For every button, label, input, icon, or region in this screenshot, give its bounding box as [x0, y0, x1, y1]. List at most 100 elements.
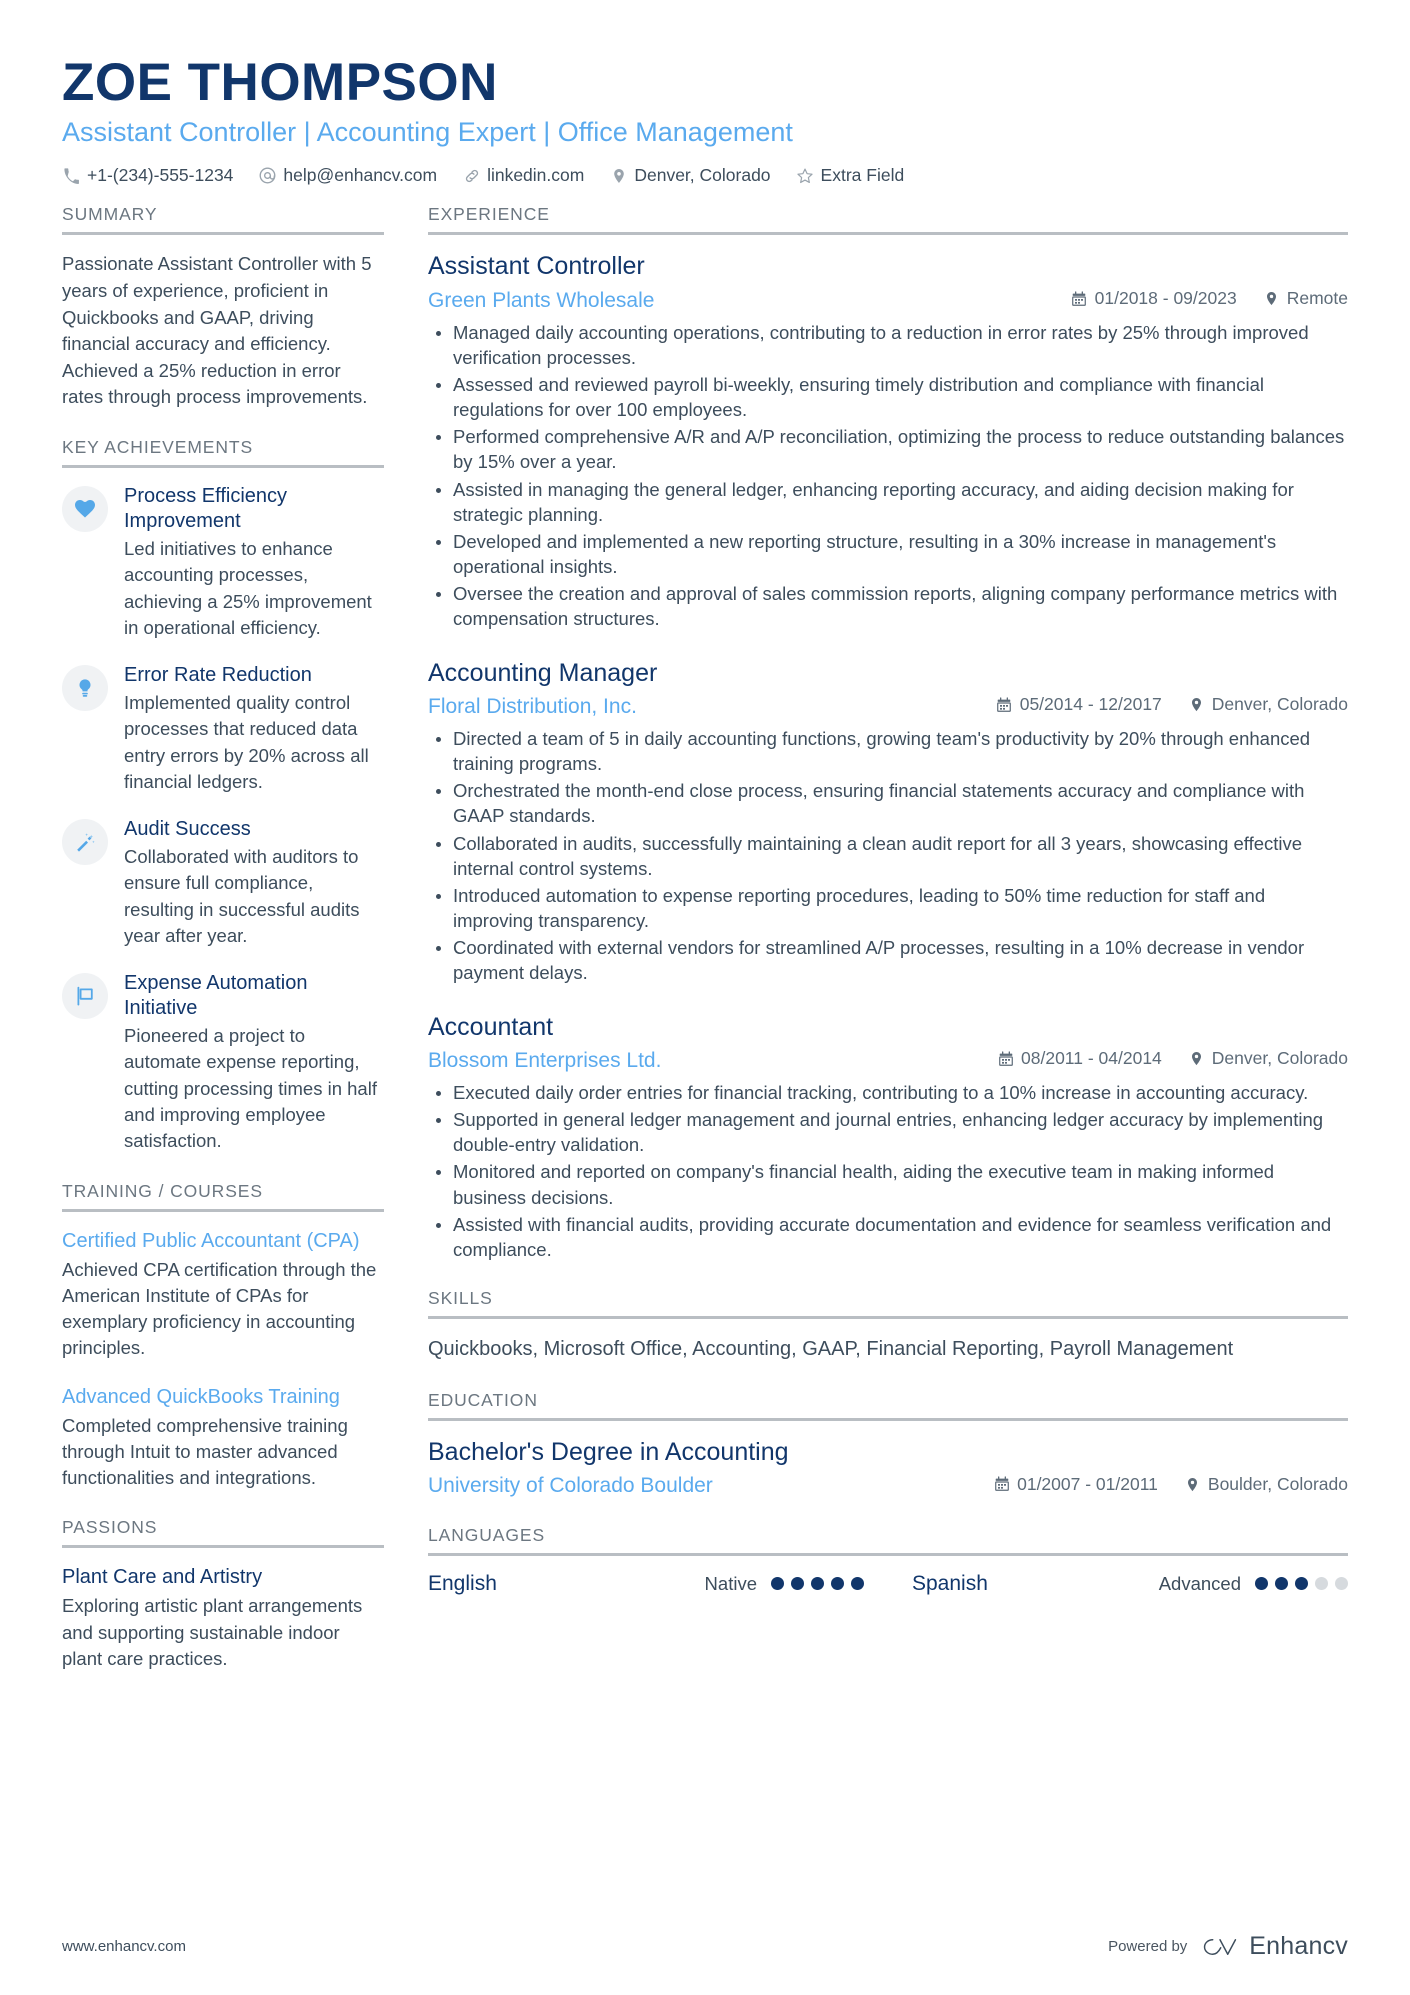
calendar-icon	[996, 696, 1013, 713]
job-location-text: Denver, Colorado	[1211, 694, 1348, 715]
job-bullet: Orchestrated the month-end close process…	[428, 778, 1348, 828]
enhancv-logo-icon	[1200, 1934, 1240, 1960]
education-meta-row: University of Colorado Boulder 01/2007 -…	[428, 1473, 1348, 1498]
phone-icon	[62, 166, 81, 185]
section-title-skills: SKILLS	[428, 1288, 1348, 1320]
languages-row: English Native Spanish Advanced	[428, 1572, 1348, 1596]
flag-icon	[77, 986, 93, 1006]
section-summary: SUMMARY Passionate Assistant Controller …	[62, 204, 384, 411]
rating-dot-filled	[1275, 1577, 1288, 1591]
email-icon	[258, 166, 277, 185]
language-name: English	[428, 1571, 497, 1595]
achievement-badge	[62, 973, 108, 1020]
achievement-body: Process Efficiency Improvement Led initi…	[124, 484, 384, 641]
job-meta-row: Blossom Enterprises Ltd. 08/2011 - 04/20…	[428, 1048, 1348, 1073]
achievement-title: Error Rate Reduction	[124, 664, 312, 687]
rating-dot-filled	[1295, 1577, 1308, 1591]
heart-icon	[75, 500, 95, 518]
passion-desc: Exploring artistic plant arrangements an…	[62, 1595, 363, 1669]
sidebar-column: SUMMARY Passionate Assistant Controller …	[62, 204, 384, 1698]
achievement-title: Audit Success	[124, 818, 251, 841]
section-skills: SKILLS Quickbooks, Microsoft Office, Acc…	[428, 1288, 1348, 1364]
education-dates-text: 01/2007 - 01/2011	[1017, 1473, 1158, 1494]
rating-dot-empty	[1315, 1577, 1328, 1591]
language-level-label: Advanced	[1158, 1572, 1241, 1594]
job-title: Accounting Manager	[428, 658, 658, 687]
job-company: Blossom Enterprises Ltd.	[428, 1048, 662, 1072]
location-pin-icon	[1188, 696, 1205, 713]
contact-phone-text: +1-(234)-555-1234	[87, 165, 234, 186]
experience-item: Accounting Manager Floral Distribution, …	[428, 658, 1348, 986]
footer-url[interactable]: www.enhancv.com	[62, 1938, 186, 1955]
powered-by-label: Powered by	[1108, 1938, 1188, 1955]
job-location: Denver, Colorado	[1188, 1048, 1348, 1069]
section-title-languages: LANGUAGES	[428, 1525, 1348, 1556]
section-training-courses: TRAINING / COURSES Certified Public Acco…	[62, 1181, 384, 1492]
candidate-headline: Assistant Controller | Accounting Expert…	[62, 117, 793, 148]
job-bullet: Coordinated with external vendors for st…	[428, 935, 1348, 985]
achievement-title: Process Efficiency Improvement	[124, 485, 288, 533]
location-pin-icon	[1188, 1050, 1205, 1067]
job-bullet: Executed daily order entries for financi…	[428, 1080, 1348, 1105]
location-pin-icon	[609, 166, 628, 185]
job-location: Denver, Colorado	[1188, 694, 1348, 715]
section-title-passions: PASSIONS	[62, 1517, 384, 1549]
location-pin-icon	[1263, 290, 1280, 307]
section-languages: LANGUAGES English Native Spanish Advance…	[428, 1525, 1348, 1596]
job-bullet: Developed and implemented a new reportin…	[428, 529, 1348, 579]
job-bullet: Monitored and reported on company's fina…	[428, 1159, 1348, 1209]
brand-name: Enhancv	[1249, 1932, 1348, 1960]
job-bullets: Managed daily accounting operations, con…	[428, 320, 1348, 632]
job-bullets: Executed daily order entries for financi…	[428, 1080, 1348, 1262]
job-bullet: Directed a team of 5 in daily accounting…	[428, 726, 1348, 776]
section-passions: PASSIONS Plant Care and Artistry Explori…	[62, 1517, 384, 1672]
course-desc: Achieved CPA certification through the A…	[62, 1258, 377, 1359]
contact-phone[interactable]: +1-(234)-555-1234	[62, 165, 233, 186]
job-company: Floral Distribution, Inc.	[428, 694, 637, 718]
passion-item: Plant Care and Artistry Exploring artist…	[62, 1564, 384, 1672]
education-location-text: Boulder, Colorado	[1207, 1473, 1348, 1494]
job-title: Assistant Controller	[428, 252, 645, 281]
rating-dot-filled	[1255, 1577, 1268, 1591]
education-degree: Bachelor's Degree in Accounting	[428, 1438, 789, 1467]
section-title-experience: EXPERIENCE	[428, 204, 1348, 236]
job-dates-text: 01/2018 - 09/2023	[1094, 288, 1237, 309]
achievement-item: Expense Automation Initiative Pioneered …	[62, 971, 384, 1154]
experience-item: Assistant Controller Green Plants Wholes…	[428, 251, 1348, 631]
achievement-desc: Pioneered a project to automate expense …	[124, 1025, 377, 1152]
contact-linkedin-text: linkedin.com	[487, 165, 585, 186]
achievement-body: Audit Success Collaborated with auditors…	[124, 817, 384, 949]
language-level: Native	[705, 1573, 864, 1595]
calendar-icon	[993, 1476, 1010, 1493]
language-level: Advanced	[1159, 1573, 1348, 1595]
job-location: Remote	[1263, 288, 1348, 309]
star-icon	[796, 166, 815, 185]
contact-email[interactable]: help@enhancv.com	[258, 165, 437, 186]
job-meta: 01/2018 - 09/2023 Remote	[1071, 288, 1348, 309]
achievement-item: Process Efficiency Improvement Led initi…	[62, 484, 384, 641]
resume-footer: www.enhancv.com Powered by Enhancv	[62, 1932, 1348, 1961]
section-title-key-achievements: KEY ACHIEVEMENTS	[62, 437, 384, 469]
rating-dot-filled	[831, 1577, 844, 1591]
skills-text: Quickbooks, Microsoft Office, Accounting…	[428, 1338, 1234, 1361]
language-rating-dots	[1255, 1577, 1348, 1591]
link-icon	[462, 166, 481, 185]
contact-row: +1-(234)-555-1234 help@enhancv.com linke…	[62, 165, 1348, 186]
job-bullet: Assisted in managing the general ledger,…	[428, 477, 1348, 527]
achievement-badge	[62, 665, 108, 712]
contact-extra-field: Extra Field	[796, 165, 904, 186]
section-title-education: EDUCATION	[428, 1390, 1348, 1422]
language-item-english: English Native	[428, 1572, 864, 1596]
job-bullet: Supported in general ledger management a…	[428, 1107, 1348, 1157]
job-bullet: Performed comprehensive A/R and A/P reco…	[428, 424, 1348, 474]
contact-location-text: Denver, Colorado	[634, 165, 771, 186]
summary-text: Passionate Assistant Controller with 5 y…	[62, 253, 372, 408]
job-location-text: Denver, Colorado	[1211, 1048, 1348, 1069]
contact-linkedin[interactable]: linkedin.com	[462, 165, 584, 186]
footer-brand: Powered by Enhancv	[1108, 1932, 1348, 1961]
rating-dot-filled	[791, 1577, 804, 1591]
resume-header: ZOE THOMPSON Assistant Controller | Acco…	[62, 54, 1348, 186]
language-name: Spanish	[912, 1571, 988, 1595]
job-dates-text: 08/2011 - 04/2014	[1021, 1048, 1162, 1069]
section-experience: EXPERIENCE Assistant Controller Green Pl…	[428, 204, 1348, 1262]
